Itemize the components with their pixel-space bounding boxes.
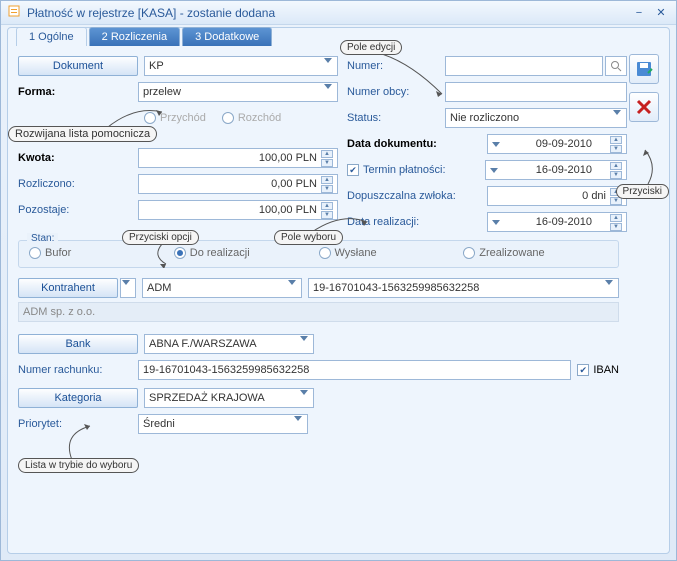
spin-up[interactable]: ▲: [321, 202, 333, 210]
annot-rozwijana: Rozwijana lista pomocnicza: [8, 126, 157, 142]
wyslane-radio[interactable]: Wysłane: [319, 247, 448, 259]
kontrahent-name: ADM sp. z o.o.: [18, 302, 619, 322]
rozliczono-input[interactable]: 0,00 PLN ▲▼: [138, 174, 338, 194]
spin-down[interactable]: ▼: [610, 223, 622, 231]
kwota-input[interactable]: 100,00 PLN ▲▼: [138, 148, 338, 168]
rozchod-radio[interactable]: Rozchód: [222, 112, 281, 124]
close-button[interactable]: ✕: [652, 5, 670, 21]
cancel-button[interactable]: [629, 92, 659, 122]
dokument-value: KP: [149, 60, 164, 72]
annot-lista-wyboru: Lista w trybie do wyboru: [18, 458, 139, 473]
pozostaje-label: Pozostaje:: [18, 204, 138, 216]
rozliczono-label: Rozliczono:: [18, 178, 138, 190]
forma-label: Forma:: [18, 86, 138, 98]
status-label: Status:: [347, 112, 445, 124]
save-button[interactable]: [629, 54, 659, 84]
app-window: Płatność w rejestrze [KASA] - zostanie d…: [0, 0, 677, 561]
spin-up[interactable]: ▲: [610, 136, 622, 144]
stan-title: Stan:: [27, 233, 58, 244]
zwloka-input[interactable]: 0 dni ▲▼: [487, 186, 627, 206]
datadok-input[interactable]: 09-09-2010 ▲▼: [487, 134, 627, 154]
zwloka-label: Dopuszczalna zwłoka:: [347, 190, 487, 202]
window-title: Płatność w rejestrze [KASA] - zostanie d…: [27, 6, 626, 20]
annot-pole-edycji: Pole edycji: [340, 40, 402, 55]
zrealizowane-radio[interactable]: Zrealizowane: [463, 247, 592, 259]
kontrahent-button[interactable]: Kontrahent: [18, 278, 118, 298]
chevron-down-icon: [321, 58, 335, 63]
priorytet-combo[interactable]: Średni: [138, 414, 308, 434]
kontrahent-type-combo[interactable]: [120, 278, 136, 298]
tab-ogolne[interactable]: 1 Ogólne: [16, 27, 87, 46]
termin-input[interactable]: 16-09-2010 ▲▼: [485, 160, 627, 180]
kontrahent-acct-combo[interactable]: 19-16701043-1563259985632258: [308, 278, 619, 298]
pozostaje-input[interactable]: 100,00 PLN ▲▼: [138, 200, 338, 220]
forma-value: przelew: [143, 86, 181, 98]
spin-up[interactable]: ▲: [321, 176, 333, 184]
dorealizacji-radio[interactable]: Do realizacji: [174, 247, 303, 259]
annot-przyciski: Przyciski: [616, 184, 669, 199]
chevron-down-icon: [291, 416, 305, 421]
chevron-down-icon: [119, 280, 133, 285]
lookup-button[interactable]: [605, 56, 627, 76]
datareal-input[interactable]: 16-09-2010 ▲▼: [487, 212, 627, 232]
window-icon: [7, 4, 21, 21]
kontrahent-code-combo[interactable]: ADM: [142, 278, 302, 298]
spin-down[interactable]: ▼: [321, 211, 333, 219]
spin-up[interactable]: ▲: [610, 214, 622, 222]
chevron-down-icon: [492, 142, 500, 147]
chevron-down-icon: [297, 390, 311, 395]
iban-checkbox[interactable]: ✔: [577, 364, 589, 376]
chevron-down-icon: [610, 110, 624, 115]
minimize-button[interactable]: −: [630, 5, 648, 21]
termin-label: Termin płatności:: [363, 164, 485, 176]
chevron-down-icon: [321, 84, 335, 89]
dokument-combo[interactable]: KP: [144, 56, 338, 76]
chevron-down-icon: [492, 220, 500, 225]
numerobcy-input[interactable]: [445, 82, 627, 102]
chevron-down-icon: [297, 336, 311, 341]
chevron-down-icon: [285, 280, 299, 285]
bufor-radio[interactable]: Bufor: [29, 247, 158, 259]
priorytet-label: Priorytet:: [18, 418, 138, 430]
datareal-label: Data realizacji:: [347, 216, 487, 228]
content-panel: 1 Ogólne 2 Rozliczenia 3 Dodatkowe Pole …: [7, 27, 670, 554]
search-icon: [610, 60, 622, 72]
kategoria-button[interactable]: Kategoria: [18, 388, 138, 408]
bank-button[interactable]: Bank: [18, 334, 138, 354]
kwota-label: Kwota:: [18, 152, 138, 164]
annot-pole-wyboru: Pole wyboru: [274, 230, 343, 245]
spin-down[interactable]: ▼: [610, 171, 622, 179]
datadok-label: Data dokumentu:: [347, 138, 487, 150]
numer-label: Numer:: [347, 60, 445, 72]
termin-checkbox[interactable]: ✔: [347, 164, 359, 176]
numerobcy-label: Numer obcy:: [347, 86, 445, 98]
rachunek-input[interactable]: 19-16701043-1563259985632258: [138, 360, 571, 380]
status-combo[interactable]: Nie rozliczono: [445, 108, 627, 128]
spin-down[interactable]: ▼: [321, 159, 333, 167]
spin-up[interactable]: ▲: [610, 162, 622, 170]
titlebar: Płatność w rejestrze [KASA] - zostanie d…: [1, 1, 676, 25]
tab-rozliczenia[interactable]: 2 Rozliczenia: [89, 27, 180, 46]
dokument-button[interactable]: Dokument: [18, 56, 138, 76]
spin-down[interactable]: ▼: [610, 145, 622, 153]
chevron-down-icon: [602, 280, 616, 285]
przychod-radio[interactable]: Przychód: [144, 112, 206, 124]
kategoria-combo[interactable]: SPRZEDAŻ KRAJOWA: [144, 388, 314, 408]
spin-down[interactable]: ▼: [321, 185, 333, 193]
annot-przyciski-opcji: Przyciski opcji: [122, 230, 199, 245]
spin-up[interactable]: ▲: [321, 150, 333, 158]
bank-combo[interactable]: ABNA F./WARSZAWA: [144, 334, 314, 354]
chevron-down-icon: [490, 168, 498, 173]
forma-combo[interactable]: przelew: [138, 82, 338, 102]
numer-input[interactable]: [445, 56, 603, 76]
rachunek-label: Numer rachunku:: [18, 364, 138, 376]
tab-dodatkowe[interactable]: 3 Dodatkowe: [182, 27, 272, 46]
iban-label: IBAN: [593, 364, 619, 376]
